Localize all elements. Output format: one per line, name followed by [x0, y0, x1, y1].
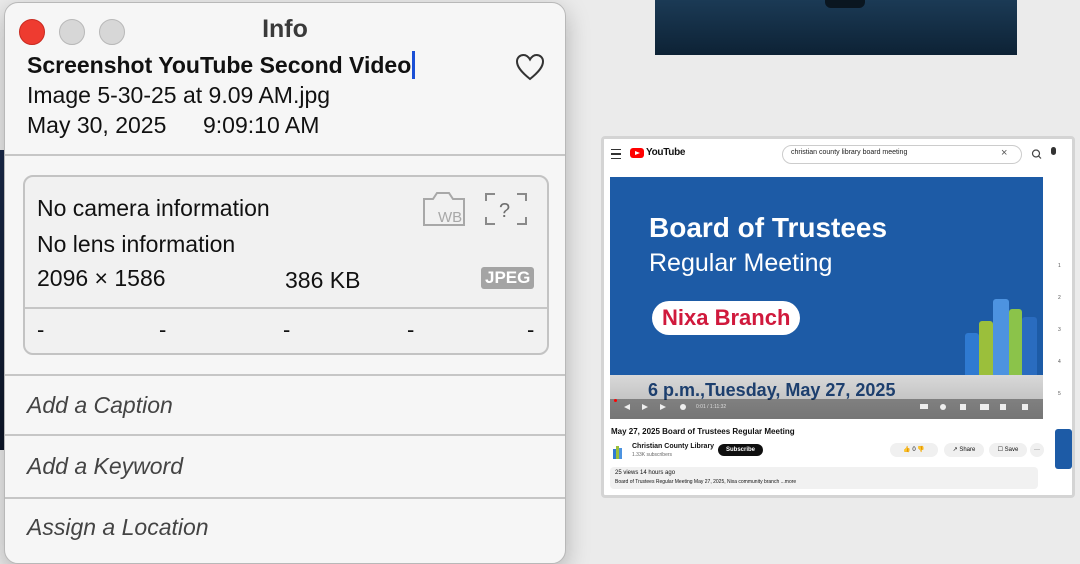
channel-name: Christian County Library — [632, 443, 715, 450]
exif-value: - — [283, 317, 291, 342]
keyword-field[interactable]: Add a Keyword — [27, 453, 183, 480]
video-title-line1: Board of Trustees — [649, 212, 888, 243]
exif-value: - — [159, 317, 167, 342]
view-count: 25 views 14 hours ago — [615, 470, 676, 476]
branch-pill: Nixa Branch — [652, 301, 801, 335]
separator — [5, 497, 565, 499]
settings-icon — [940, 404, 946, 410]
channel-avatar-icon — [613, 446, 622, 459]
like-button: 👍 0 👎 — [890, 443, 938, 457]
image-dimensions: 2096 × 1586 — [37, 265, 166, 291]
youtube-header: YouTube christian county library board m… — [604, 139, 1072, 171]
wb-label: WB — [438, 209, 462, 226]
rail-number: 4 — [1058, 359, 1061, 365]
caption-field[interactable]: Add a Caption — [27, 392, 173, 419]
unknown-lens-icon: ? — [483, 191, 529, 227]
volume-icon — [680, 404, 686, 410]
captions-icon — [920, 404, 928, 409]
previous-icon — [624, 404, 630, 410]
youtube-logo-text: YouTube — [646, 147, 686, 158]
play-icon — [642, 404, 648, 410]
description-text: Board of Trustees Regular Meeting May 27… — [615, 479, 797, 485]
file-name-text: Screenshot YouTube Second Video — [27, 52, 412, 78]
favorite-heart-icon[interactable] — [515, 53, 545, 81]
video-title-line2: Regular Meeting — [649, 249, 833, 277]
text-cursor — [412, 51, 416, 79]
share-label: Share — [959, 447, 976, 453]
search-icon — [1031, 149, 1042, 159]
exif-value: - — [407, 317, 415, 342]
rail-number: 2 — [1058, 295, 1061, 301]
fullscreen-icon — [1022, 404, 1028, 410]
search-query: christian county library board meeting — [791, 149, 908, 156]
metadata-panel: No camera information No lens informatio… — [23, 175, 549, 355]
window-title: Info — [262, 15, 308, 43]
file-time[interactable]: 9:09:10 AM — [203, 112, 319, 139]
file-name-line2[interactable]: Image 5-30-25 at 9.09 AM.jpg — [27, 82, 330, 109]
progress-dot — [614, 399, 617, 402]
hamburger-menu-icon — [611, 149, 621, 159]
microphone-icon — [1051, 147, 1056, 155]
subscribe-button: Subscribe — [718, 444, 764, 456]
exif-value: - — [527, 317, 535, 342]
camera-info: No camera information — [37, 195, 270, 221]
background-photo-thumbnail — [655, 0, 1017, 55]
recommendations-rail: 1 2 3 4 5 — [1052, 177, 1072, 495]
metadata-divider — [25, 307, 547, 309]
location-field[interactable]: Assign a Location — [27, 514, 209, 541]
separator — [5, 374, 565, 376]
file-name-field[interactable]: Screenshot YouTube Second Video — [27, 51, 416, 79]
rail-number: 3 — [1058, 327, 1061, 333]
rail-thumbnail — [1055, 429, 1072, 469]
clear-search-icon: × — [1001, 147, 1008, 159]
camera-white-balance-icon: WB — [421, 191, 467, 227]
cast-icon — [1000, 404, 1006, 410]
save-button: ☐ Save — [989, 443, 1027, 457]
file-date[interactable]: May 30, 2025 — [27, 112, 166, 139]
theater-icon — [980, 404, 989, 410]
share-button: ↗ Share — [944, 443, 984, 457]
question-mark: ? — [499, 200, 510, 222]
video-time: 0:01 / 1:11:32 — [696, 404, 727, 410]
more-actions-button: ··· — [1030, 443, 1044, 457]
lens-info: No lens information — [37, 231, 236, 257]
separator — [5, 434, 565, 436]
like-count: 0 — [912, 447, 916, 453]
youtube-logo-icon — [630, 148, 644, 158]
exif-value: - — [37, 317, 45, 342]
youtube-search-box: christian county library board meeting × — [782, 145, 1042, 164]
save-label: Save — [1004, 447, 1019, 453]
miniplayer-icon — [960, 404, 966, 410]
youtube-video-title: May 27, 2025 Board of Trustees Regular M… — [611, 427, 795, 436]
rail-number: 1 — [1058, 263, 1061, 269]
video-controls: 0:01 / 1:11:32 — [610, 399, 1043, 419]
format-badge: JPEG — [481, 267, 535, 289]
file-size: 386 KB — [285, 267, 361, 293]
video-description-box: 25 views 14 hours ago Board of Trustees … — [610, 467, 1038, 489]
rail-number: 5 — [1058, 391, 1061, 397]
video-datetime: 6 p.m.,Tuesday, May 27, 2025 — [648, 380, 896, 400]
subscriber-count: 1.33K subscribers — [632, 452, 673, 458]
video-player: Board of Trustees Regular Meeting Nixa B… — [610, 177, 1043, 419]
info-window: Info Screenshot YouTube Second Video Ima… — [4, 2, 566, 564]
separator — [5, 154, 565, 156]
next-icon — [660, 404, 666, 410]
screenshot-preview[interactable]: YouTube christian county library board m… — [601, 136, 1075, 498]
